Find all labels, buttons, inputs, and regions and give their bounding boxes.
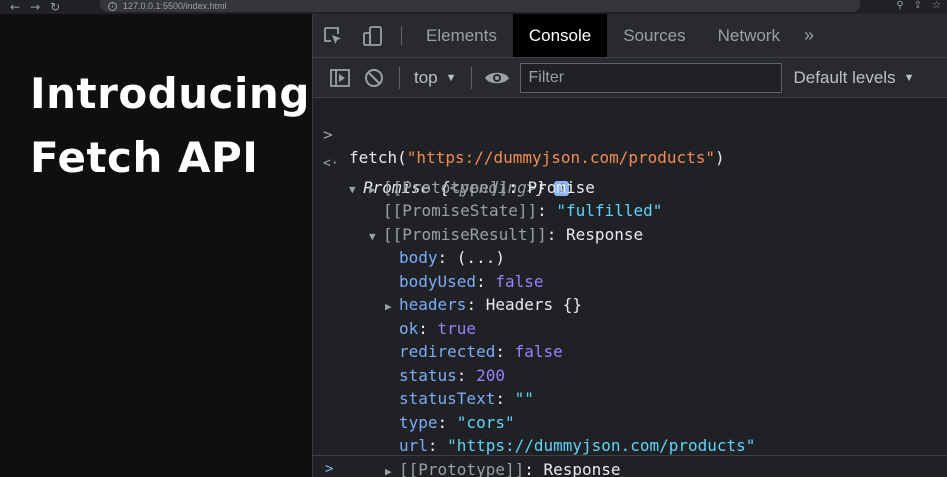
back-arrow-icon[interactable]: ← [10, 1, 20, 13]
share-icon[interactable]: ⇪ [914, 0, 922, 12]
field-row: status: 200 [313, 340, 947, 385]
field-row: statusText: "" [313, 364, 947, 408]
tab-network[interactable]: Network [702, 14, 796, 57]
log-levels-dropdown[interactable]: Default levels ▼ [794, 68, 915, 88]
log-levels-label: Default levels [793, 67, 896, 87]
bookmark-star-icon[interactable]: ☆ [932, 0, 941, 12]
console-toolbar: top ▼ Default levels ▼ [313, 58, 947, 98]
toolbar-divider [470, 66, 472, 89]
browser-toolbar: ← → ↻ i 127.0.0.1:5500/index.html ⚲ ⇪ ☆ [0, 0, 947, 14]
console-prompt-icon: > [325, 461, 334, 477]
zoom-icon[interactable]: ⚲ [896, 0, 903, 12]
console-prompt-area[interactable]: > [313, 455, 947, 477]
tab-sources[interactable]: Sources [607, 14, 701, 57]
context-value: top [414, 67, 438, 87]
tabbar-divider [401, 26, 402, 45]
more-tabs-icon[interactable]: » [796, 14, 822, 57]
prototype-row[interactable]: ▶ [[Prototype]]: Promise [313, 152, 947, 197]
url-text[interactable]: 127.0.0.1:5500/index.html [123, 1, 227, 11]
devtools-tabbar: Elements Console Sources Network » [313, 14, 947, 58]
heading-line-1: Introducing [30, 69, 310, 118]
field-row: ok: true [313, 293, 947, 338]
field-row: url: "https://dummyjson.com/products" [313, 411, 947, 455]
tab-console[interactable]: Console [512, 14, 608, 57]
field-row: redirected: false [313, 317, 947, 361]
filter-input[interactable] [519, 62, 782, 93]
chevron-down-icon: ▼ [445, 71, 457, 84]
browser-actions: ⚲ ⇪ ☆ [896, 0, 941, 12]
inspect-element-icon[interactable] [313, 14, 353, 57]
field-row[interactable]: ▶ headers: Headers {} [313, 270, 947, 314]
site-info-icon[interactable]: i [108, 1, 117, 11]
context-selector[interactable]: top ▼ [408, 68, 463, 88]
clear-console-icon[interactable] [357, 64, 391, 92]
devtools-panel: Elements Console Sources Network » top ▼… [312, 14, 947, 477]
device-toolbar-icon[interactable] [353, 14, 393, 57]
sidebar-toggle-icon[interactable] [323, 64, 357, 92]
heading-line-2: Fetch API [30, 133, 259, 182]
console-output: > fetch("https://dummyjson.com/products"… [313, 99, 947, 477]
forward-arrow-icon[interactable]: → [30, 1, 40, 13]
eye-icon[interactable] [480, 64, 514, 92]
tab-elements[interactable]: Elements [410, 14, 513, 57]
reload-icon[interactable]: ↻ [50, 1, 60, 13]
response-prototype-row[interactable]: ▶ [[Prototype]]: Response [313, 434, 947, 477]
promise-result-row[interactable]: ▼ [[PromiseResult]]: Response [313, 199, 947, 244]
promise-state-row: [[PromiseState]]: "fulfilled" [313, 176, 947, 220]
address-bar[interactable]: i 127.0.0.1:5500/index.html [100, 0, 860, 12]
chevron-down-icon: ▼ [903, 71, 915, 84]
field-row: type: "cors" [313, 387, 947, 432]
page-heading: Introducing Fetch API [30, 62, 310, 190]
promise-result-line[interactable]: <· ▼ Promise {<pending>} i [313, 129, 947, 197]
console-input-line[interactable]: > fetch("https://dummyjson.com/products"… [313, 99, 947, 168]
field-row[interactable]: body: (...) [313, 223, 947, 267]
toolbar-divider [399, 66, 400, 89]
page-content: Introducing Fetch API [0, 14, 312, 477]
field-row: bodyUsed: false [313, 246, 947, 291]
